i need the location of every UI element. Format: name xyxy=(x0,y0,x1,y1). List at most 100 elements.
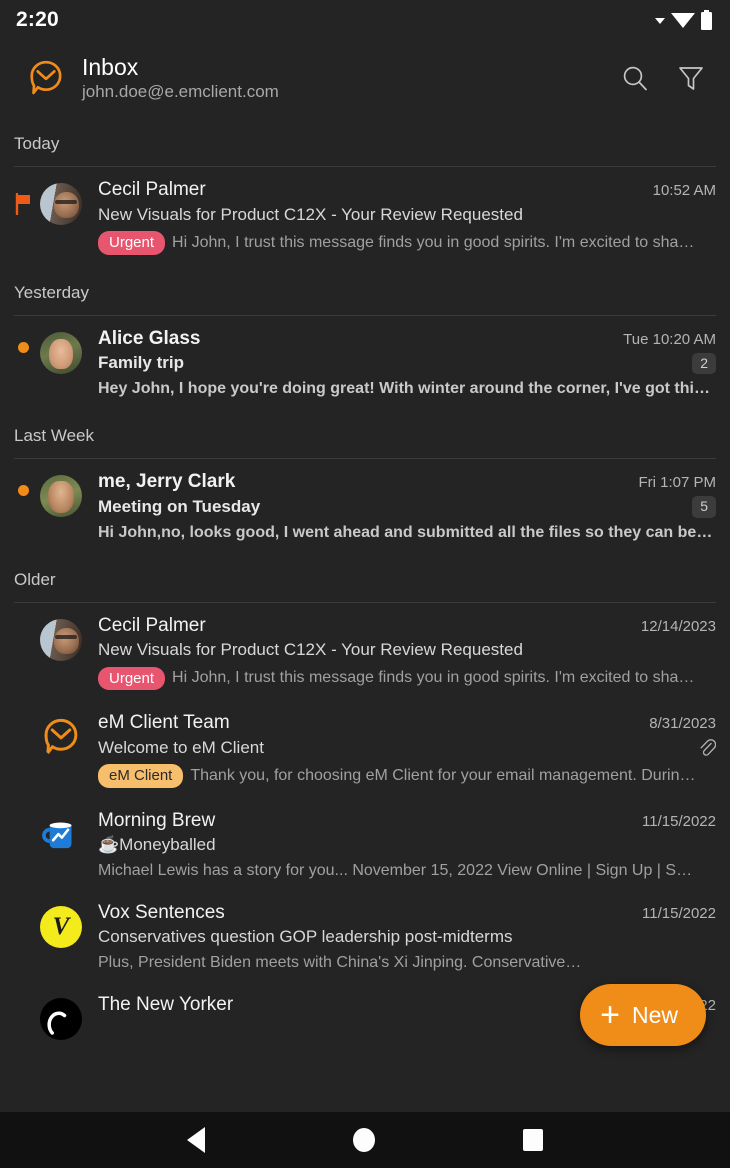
compose-new-button[interactable]: + New xyxy=(580,984,706,1046)
unread-dot-icon xyxy=(17,341,29,353)
sender-date-line: eM Client Team 8/31/2023 xyxy=(98,712,716,734)
message-subject: New Visuals for Product C12X - Your Revi… xyxy=(98,204,523,224)
message-content: Vox Sentences 11/15/2022 Conservatives que… xyxy=(82,902,716,972)
sender-name: Cecil Palmer xyxy=(98,179,206,200)
sender-name: Cecil Palmer xyxy=(98,614,206,636)
subject-line: ☕Moneyballed xyxy=(98,835,716,856)
category-tag[interactable]: Urgent xyxy=(98,666,166,690)
message-preview: Hi John, I trust this message finds you … xyxy=(172,669,695,687)
preview-line: eM Client Thank you, for choosing eM Clie… xyxy=(98,764,716,788)
em-client-logo-icon xyxy=(44,718,78,755)
thread-count-badge: 5 xyxy=(692,496,716,518)
message-row[interactable]: me, Jerry Clark Fri 1:07 PM Meeting on Tue… xyxy=(0,459,730,552)
category-tag[interactable]: Urgent xyxy=(98,231,166,255)
row-status-marker[interactable] xyxy=(6,712,40,726)
avatar-image xyxy=(40,183,82,225)
flag-icon[interactable] xyxy=(15,193,32,215)
em-client-logo-icon xyxy=(30,60,62,95)
message-preview: Hi John, I trust this message finds you … xyxy=(172,233,695,251)
message-subject: ☕Moneyballed xyxy=(98,835,216,854)
avatar xyxy=(40,475,82,517)
account-email: john.doe@e.emclient.com xyxy=(82,82,279,102)
message-content: eM Client Team 8/31/2023 Welcome to eM Cli… xyxy=(82,712,716,788)
plus-icon: + xyxy=(600,996,620,1034)
sender-name: me, Jerry Clark xyxy=(98,471,236,492)
row-status-marker[interactable] xyxy=(6,615,40,629)
message-content: Alice Glass Tue 10:20 AM Family trip 2 Hey J… xyxy=(82,328,716,399)
message-row[interactable]: eM Client Team 8/31/2023 Welcome to eM Cli… xyxy=(0,700,730,798)
header-text-group: Inbox john.doe@e.emclient.com xyxy=(82,54,604,102)
row-status-marker[interactable] xyxy=(6,328,40,353)
status-bar: 2:20 xyxy=(0,0,730,40)
subject-line: New Visuals for Product C12X - Your Revi… xyxy=(98,204,716,225)
avatar: V xyxy=(40,905,82,948)
search-icon[interactable] xyxy=(620,63,650,93)
message-preview: Michael Lewis has a story for you... Nov… xyxy=(98,861,693,879)
sender-date-line: Cecil Palmer 10:52 AM xyxy=(98,179,716,201)
message-row[interactable]: Alice Glass Tue 10:20 AM Family trip 2 Hey J… xyxy=(0,316,730,409)
message-subject: Family trip xyxy=(98,353,184,373)
message-date: Fri 1:07 PM xyxy=(638,474,716,491)
row-status-marker[interactable] xyxy=(6,810,40,824)
avatar xyxy=(40,814,82,856)
row-status-marker[interactable] xyxy=(6,902,40,916)
sender-date-line: Morning Brew 11/15/2022 xyxy=(98,810,716,832)
android-nav-bar xyxy=(0,1112,730,1168)
preview-line: Michael Lewis has a story for you... Nov… xyxy=(98,862,716,880)
avatar xyxy=(40,716,82,758)
section-title: Yesterday xyxy=(14,282,89,302)
section-header: Yesterday xyxy=(0,265,730,316)
message-subject: Welcome to eM Client xyxy=(98,737,264,757)
subject-line: Meeting on Tuesday 5 xyxy=(98,496,716,518)
status-icons xyxy=(653,9,714,32)
message-subject: Conservatives question GOP leadership po… xyxy=(98,927,513,946)
row-status-marker[interactable] xyxy=(6,471,40,496)
message-list[interactable]: Today Cecil Palmer 10:52 AM New Visuals for… xyxy=(0,116,730,1050)
sender-date-line: me, Jerry Clark Fri 1:07 PM xyxy=(98,471,716,493)
sender-date-line: Alice Glass Tue 10:20 AM xyxy=(98,328,716,350)
message-subject: New Visuals for Product C12X - Your Revi… xyxy=(98,640,523,659)
nav-home-button[interactable] xyxy=(353,1128,375,1152)
avatar xyxy=(40,183,82,225)
avatar xyxy=(40,331,82,374)
filter-icon[interactable] xyxy=(676,63,706,93)
preview-line: Urgent Hi John, I trust this message find… xyxy=(98,231,716,255)
sender-name: Vox Sentences xyxy=(98,901,225,923)
sender-date-line: Cecil Palmer 12/14/2023 xyxy=(98,615,716,637)
message-row[interactable]: Morning Brew 11/15/2022 ☕Moneyballed Michae… xyxy=(0,798,730,890)
section-header: Older xyxy=(0,552,730,603)
subject-line: Welcome to eM Client xyxy=(98,737,716,758)
message-date: 11/15/2022 xyxy=(642,904,716,922)
message-row[interactable]: Cecil Palmer 12/14/2023 New Visuals for Pr… xyxy=(0,603,730,701)
nav-back-button[interactable] xyxy=(187,1127,205,1153)
row-status-marker[interactable] xyxy=(6,994,40,1008)
message-date: 10:52 AM xyxy=(652,182,716,199)
preview-line: Urgent Hi John, I trust this message find… xyxy=(98,666,716,690)
signal-triangle-icon xyxy=(655,18,665,24)
message-row[interactable]: V Vox Sentences 11/15/2022 Conservatives qu… xyxy=(0,890,730,982)
preview-line: Plus, President Biden meets with China's… xyxy=(98,954,716,972)
message-row[interactable]: Cecil Palmer 10:52 AM New Visuals for Prod… xyxy=(0,167,730,265)
status-time: 2:20 xyxy=(16,8,59,31)
unread-dot-icon xyxy=(17,485,29,496)
message-content: me, Jerry Clark Fri 1:07 PM Meeting on Tue… xyxy=(82,471,716,542)
message-date: 11/15/2022 xyxy=(642,812,716,830)
message-date: Tue 10:20 AM xyxy=(623,330,716,348)
battery-icon xyxy=(701,9,712,30)
subject-line: Family trip 2 xyxy=(98,352,716,374)
row-status-marker[interactable] xyxy=(6,179,40,215)
category-tag[interactable]: eM Client xyxy=(98,764,184,788)
section-header: Last Week xyxy=(0,408,730,459)
back-triangle-icon xyxy=(187,1127,205,1153)
message-date: 12/14/2023 xyxy=(640,617,716,635)
sender-name: Alice Glass xyxy=(98,327,201,349)
message-preview: Thank you, for choosing eM Client for yo… xyxy=(190,766,696,784)
avatar-image xyxy=(40,475,82,517)
vox-logo-icon: V xyxy=(40,905,82,948)
message-content: Morning Brew 11/15/2022 ☕Moneyballed Michae… xyxy=(82,810,716,880)
header-actions xyxy=(620,63,712,93)
home-circle-icon xyxy=(353,1128,375,1152)
message-date: 8/31/2023 xyxy=(649,715,716,732)
nav-recents-button[interactable] xyxy=(523,1129,543,1151)
sender-name: The New Yorker xyxy=(98,993,234,1015)
